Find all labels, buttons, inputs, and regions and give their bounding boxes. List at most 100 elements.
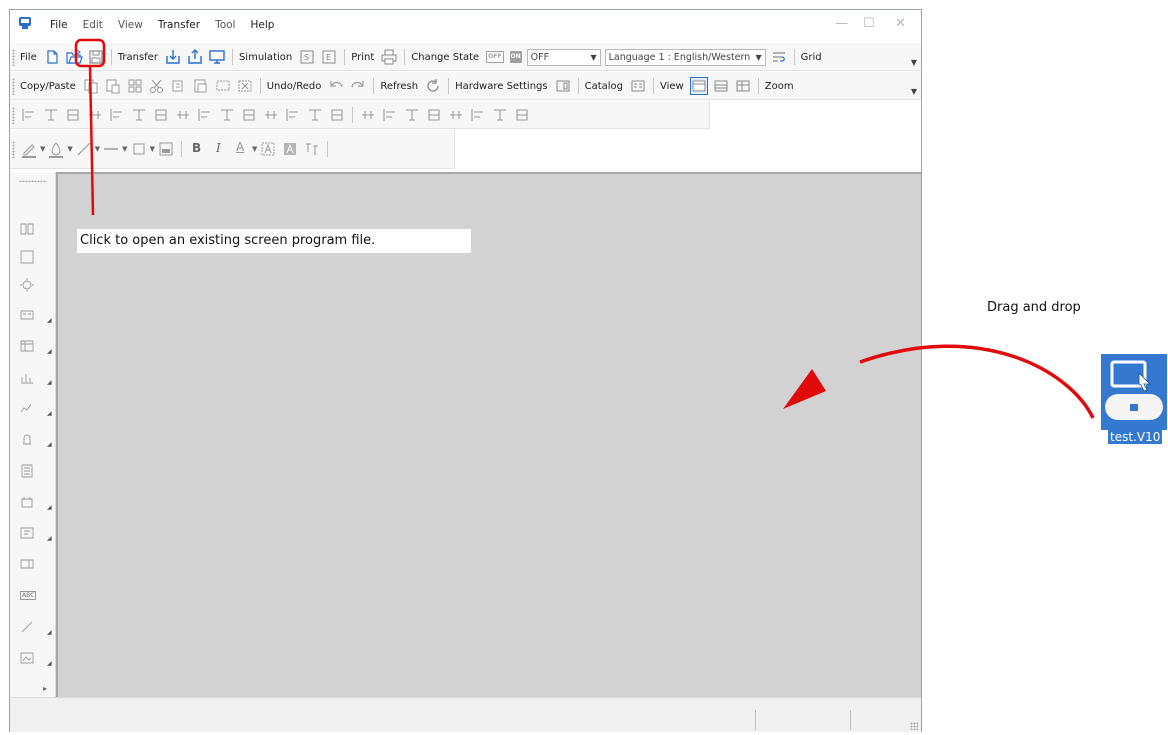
- cut-button[interactable]: [148, 77, 166, 95]
- palette-text-item[interactable]: ABC: [18, 589, 48, 607]
- text-background-button[interactable]: [281, 140, 299, 158]
- ungroup-button[interactable]: [425, 106, 443, 124]
- toolbar-grip[interactable]: [12, 78, 15, 95]
- palette-grip[interactable]: [19, 180, 47, 182]
- palette-alarm-item[interactable]: ◢: [18, 432, 52, 450]
- transfer-upload-button[interactable]: [186, 48, 204, 66]
- maximize-button[interactable]: ☐: [863, 16, 875, 31]
- palette-lamp-item[interactable]: [18, 278, 48, 296]
- lock-button[interactable]: [447, 106, 465, 124]
- font-color-button[interactable]: A: [232, 140, 250, 158]
- distribute-center-button[interactable]: [196, 106, 214, 124]
- multi-copy-button[interactable]: [126, 77, 144, 95]
- palette-numeric-item[interactable]: ◢: [18, 308, 52, 326]
- close-button[interactable]: ✕: [895, 16, 906, 31]
- chevron-down-icon[interactable]: ▼: [252, 145, 257, 153]
- italic-button[interactable]: I: [210, 140, 228, 158]
- copy-button[interactable]: [82, 77, 100, 95]
- simulation-emulator-button[interactable]: E: [320, 48, 338, 66]
- send-back-button[interactable]: [381, 106, 399, 124]
- paste-special-button[interactable]: [192, 77, 210, 95]
- palette-line-item[interactable]: ◢: [18, 620, 52, 638]
- align-top-button[interactable]: [64, 106, 82, 124]
- text-frame-button[interactable]: [259, 140, 277, 158]
- grid-label[interactable]: Grid: [801, 52, 822, 63]
- palette-data-sheet-item[interactable]: [18, 464, 48, 482]
- menu-transfer[interactable]: Transfer: [158, 19, 200, 31]
- switch-off-button[interactable]: [157, 140, 175, 158]
- refresh-button[interactable]: [424, 77, 442, 95]
- toolbar-grip[interactable]: [12, 49, 15, 66]
- same-size-button[interactable]: [284, 106, 302, 124]
- chevron-down-icon[interactable]: ▼: [67, 145, 72, 153]
- same-height-button[interactable]: [262, 106, 280, 124]
- palette-trend-item[interactable]: ◢: [18, 401, 52, 419]
- chevron-down-icon[interactable]: ▼: [95, 145, 100, 153]
- hardware-settings-button[interactable]: [554, 77, 572, 95]
- center-page-button[interactable]: [306, 106, 324, 124]
- view-edit-button[interactable]: [689, 77, 708, 95]
- palette-message-item[interactable]: ◢: [18, 526, 52, 544]
- redo-button[interactable]: [349, 77, 367, 95]
- line-color-button[interactable]: [20, 140, 38, 158]
- resize-grip-icon[interactable]: [910, 722, 918, 730]
- duplicate-button[interactable]: [170, 77, 188, 95]
- palette-frame-item[interactable]: [18, 250, 48, 268]
- zoom-label[interactable]: Zoom: [765, 81, 794, 92]
- desktop-file-name[interactable]: test.V10: [1108, 430, 1163, 444]
- palette-image-item[interactable]: ◢: [18, 651, 52, 669]
- flip-horizontal-button[interactable]: [491, 106, 509, 124]
- paste-button[interactable]: [104, 77, 122, 95]
- bold-button[interactable]: B: [188, 140, 206, 158]
- fill-color-button[interactable]: [47, 140, 65, 158]
- toolbar-overflow-icon[interactable]: ▼: [911, 58, 917, 67]
- language-switch-button[interactable]: [770, 48, 788, 66]
- align-middle-button[interactable]: [108, 106, 126, 124]
- open-file-button[interactable]: [65, 48, 83, 66]
- menu-view[interactable]: View: [118, 19, 143, 31]
- align-left-button[interactable]: [20, 106, 38, 124]
- rectangle-button[interactable]: [130, 140, 148, 158]
- line-style-button[interactable]: [75, 140, 93, 158]
- language-select[interactable]: Language 1 : English/Western ▼: [604, 48, 766, 66]
- menu-edit[interactable]: Edit: [83, 19, 103, 31]
- palette-bar-graph-item[interactable]: ◢: [18, 370, 52, 388]
- toolbar-grip[interactable]: [12, 107, 15, 124]
- palette-table-item[interactable]: ◢: [18, 339, 52, 357]
- flip-vertical-button[interactable]: [513, 106, 531, 124]
- palette-panel-item[interactable]: [18, 557, 48, 575]
- align-center-horizontal-button[interactable]: [130, 106, 148, 124]
- distribute-space-button[interactable]: [218, 106, 236, 124]
- transfer-monitor-button[interactable]: [208, 48, 226, 66]
- save-file-button[interactable]: [87, 48, 105, 66]
- distribute-top-button[interactable]: [152, 106, 170, 124]
- line-width-button[interactable]: [102, 140, 120, 158]
- state-on-button[interactable]: ON: [509, 51, 522, 63]
- same-width-button[interactable]: [240, 106, 258, 124]
- state-off-button[interactable]: OFF: [486, 51, 504, 63]
- distribute-left-button[interactable]: [174, 106, 192, 124]
- new-file-button[interactable]: [43, 48, 61, 66]
- toolbar-grip[interactable]: [12, 141, 15, 158]
- delete-button[interactable]: [236, 77, 254, 95]
- bring-front-button[interactable]: [359, 106, 377, 124]
- toolbar-overflow-icon[interactable]: ▼: [911, 87, 917, 96]
- text-direction-button[interactable]: [303, 140, 321, 158]
- chevron-down-icon[interactable]: ▼: [122, 145, 127, 153]
- palette-switch-item[interactable]: [18, 222, 48, 240]
- minimize-button[interactable]: —: [835, 16, 848, 31]
- unlock-button[interactable]: [469, 106, 487, 124]
- state-select[interactable]: OFF ▼: [526, 48, 601, 66]
- chevron-down-icon[interactable]: ▼: [40, 145, 45, 153]
- menu-file[interactable]: File: [50, 19, 68, 31]
- chevron-down-icon[interactable]: ▼: [150, 145, 155, 153]
- simulation-start-button[interactable]: S: [298, 48, 316, 66]
- group-button[interactable]: [403, 106, 421, 124]
- center-window-button[interactable]: [328, 106, 346, 124]
- view-table-button[interactable]: [734, 77, 752, 95]
- transfer-download-button[interactable]: [164, 48, 182, 66]
- catalog-button[interactable]: [629, 77, 647, 95]
- menu-help[interactable]: Help: [250, 19, 274, 31]
- palette-calendar-item[interactable]: ◢: [18, 495, 52, 513]
- align-center-vertical-button[interactable]: [42, 106, 60, 124]
